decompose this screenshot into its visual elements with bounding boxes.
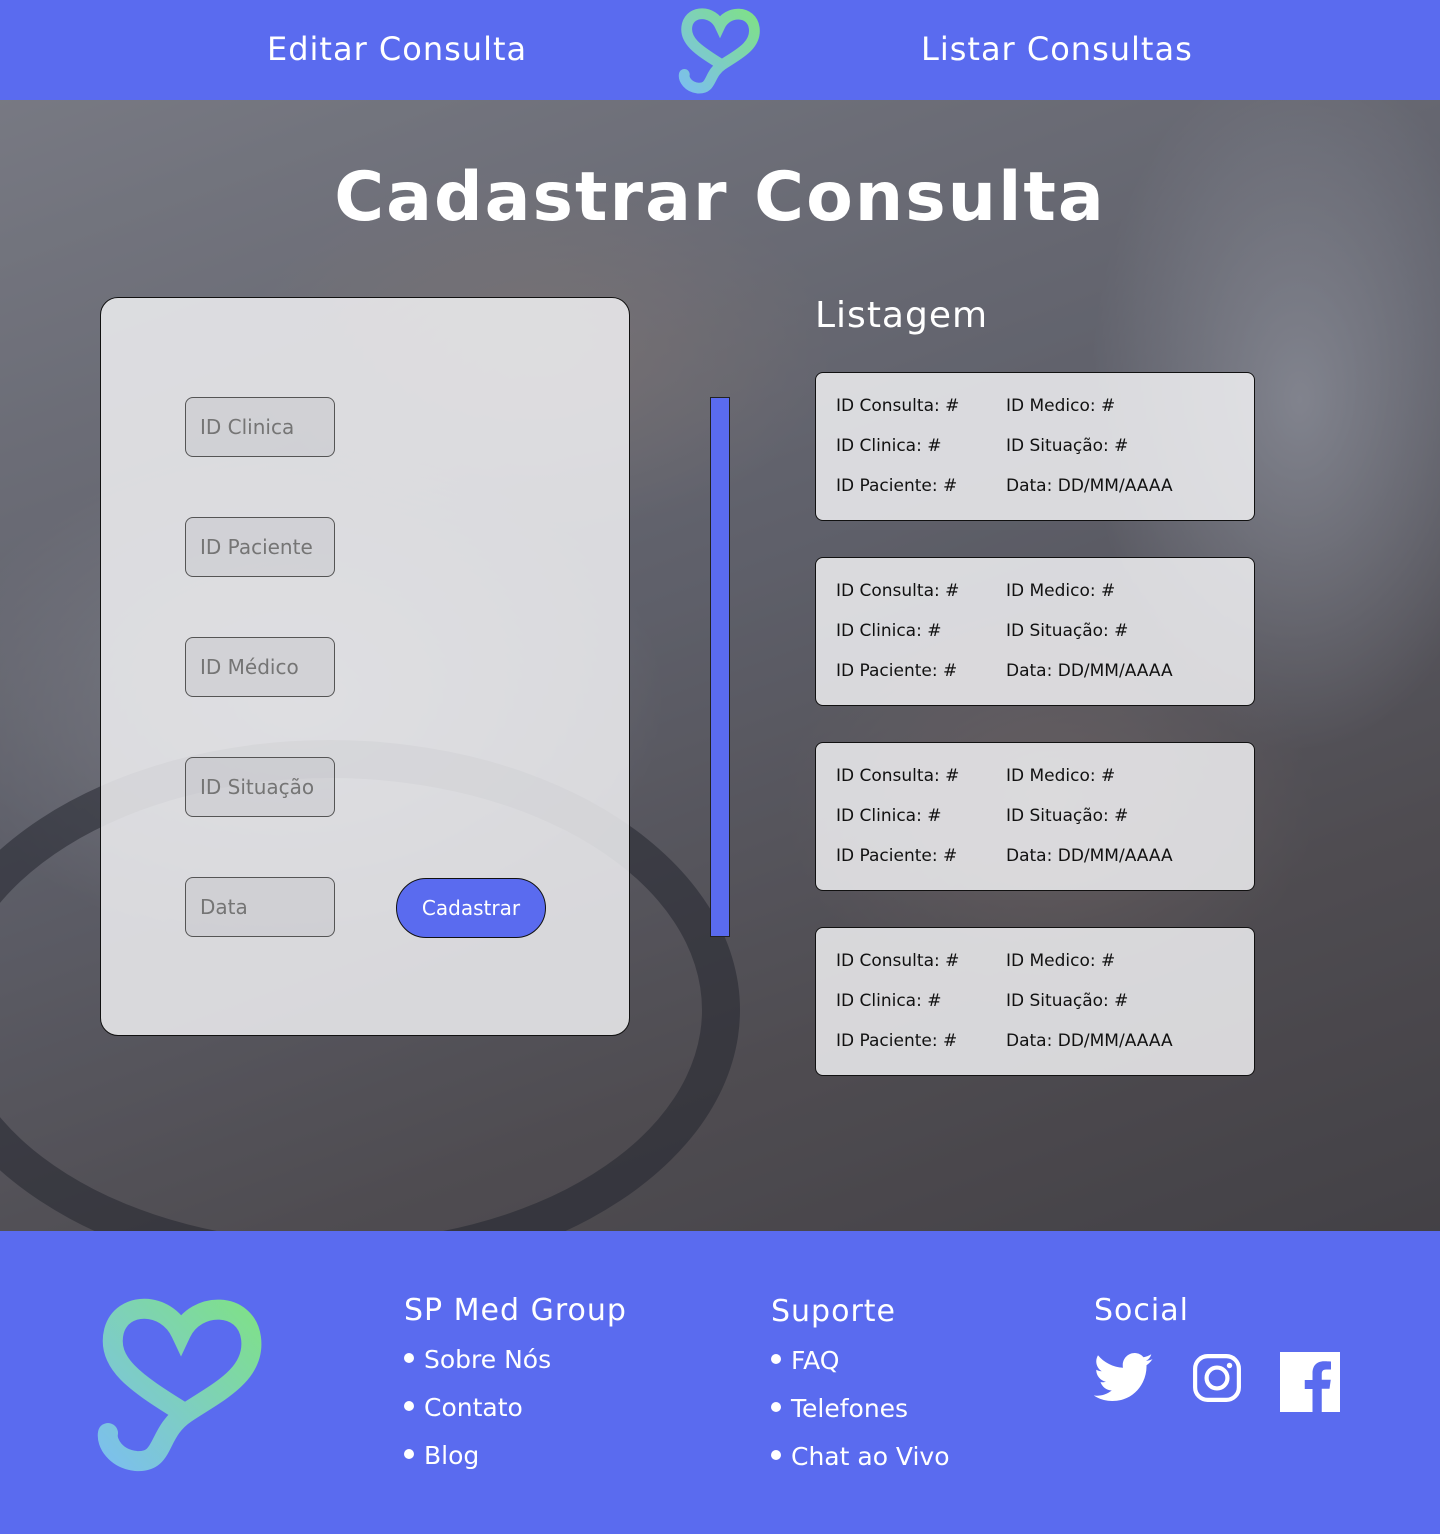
- footer-title-suporte: Suporte: [771, 1294, 897, 1329]
- card-id-paciente: ID Paciente: #: [836, 476, 958, 496]
- card-id-situacao: ID Situação: #: [1006, 621, 1129, 641]
- consulta-card[interactable]: ID Consulta: # ID Medico: # ID Clinica: …: [815, 557, 1255, 706]
- id-clinica-input[interactable]: [185, 397, 335, 457]
- card-id-situacao: ID Situação: #: [1006, 806, 1129, 826]
- card-id-medico: ID Medico: #: [1006, 396, 1116, 416]
- cadastrar-button[interactable]: Cadastrar: [396, 878, 546, 938]
- card-id-situacao: ID Situação: #: [1006, 436, 1129, 456]
- card-data: Data: DD/MM/AAAA: [1006, 476, 1173, 496]
- nav-editar-consulta[interactable]: Editar Consulta: [267, 30, 527, 68]
- card-id-paciente: ID Paciente: #: [836, 846, 958, 866]
- card-id-consulta: ID Consulta: #: [836, 951, 960, 971]
- header: Editar Consulta Listar Consultas: [0, 0, 1440, 100]
- card-id-medico: ID Medico: #: [1006, 951, 1116, 971]
- scrollbar[interactable]: [710, 397, 730, 937]
- card-id-medico: ID Medico: #: [1006, 766, 1116, 786]
- card-data: Data: DD/MM/AAAA: [1006, 661, 1173, 681]
- footer-link-faq[interactable]: FAQ: [771, 1346, 839, 1375]
- listing-title: Listagem: [815, 295, 989, 336]
- hero-section: Cadastrar Consulta Cadastrar Listagem ID…: [0, 100, 1440, 1231]
- card-id-paciente: ID Paciente: #: [836, 661, 958, 681]
- footer-link-blog[interactable]: Blog: [404, 1441, 479, 1470]
- card-id-medico: ID Medico: #: [1006, 581, 1116, 601]
- data-input[interactable]: [185, 877, 335, 937]
- footer-title-sp-med-group: SP Med Group: [404, 1293, 627, 1328]
- twitter-icon[interactable]: [1094, 1353, 1154, 1403]
- id-paciente-input[interactable]: [185, 517, 335, 577]
- card-id-paciente: ID Paciente: #: [836, 1031, 958, 1051]
- card-id-clinica: ID Clinica: #: [836, 806, 942, 826]
- nav-listar-consultas[interactable]: Listar Consultas: [921, 30, 1193, 68]
- instagram-icon[interactable]: [1192, 1353, 1242, 1403]
- logo-icon[interactable]: [678, 6, 762, 94]
- footer-link-telefones[interactable]: Telefones: [771, 1394, 908, 1423]
- footer-link-contato[interactable]: Contato: [404, 1393, 523, 1422]
- card-data: Data: DD/MM/AAAA: [1006, 1031, 1173, 1051]
- card-id-consulta: ID Consulta: #: [836, 581, 960, 601]
- card-id-clinica: ID Clinica: #: [836, 436, 942, 456]
- card-id-clinica: ID Clinica: #: [836, 991, 942, 1011]
- id-situacao-input[interactable]: [185, 757, 335, 817]
- id-medico-input[interactable]: [185, 637, 335, 697]
- footer-link-chat-ao-vivo[interactable]: Chat ao Vivo: [771, 1442, 950, 1471]
- footer: SP Med Group Sobre Nós Contato Blog Supo…: [0, 1231, 1440, 1534]
- card-data: Data: DD/MM/AAAA: [1006, 846, 1173, 866]
- card-id-clinica: ID Clinica: #: [836, 621, 942, 641]
- consulta-card[interactable]: ID Consulta: # ID Medico: # ID Clinica: …: [815, 927, 1255, 1076]
- card-id-consulta: ID Consulta: #: [836, 396, 960, 416]
- facebook-icon[interactable]: [1280, 1352, 1340, 1412]
- consulta-card[interactable]: ID Consulta: # ID Medico: # ID Clinica: …: [815, 742, 1255, 891]
- footer-link-sobre-nos[interactable]: Sobre Nós: [404, 1345, 551, 1374]
- page-title: Cadastrar Consulta: [334, 158, 1106, 237]
- logo-icon[interactable]: [96, 1293, 266, 1473]
- card-id-situacao: ID Situação: #: [1006, 991, 1129, 1011]
- consulta-card[interactable]: ID Consulta: # ID Medico: # ID Clinica: …: [815, 372, 1255, 521]
- card-id-consulta: ID Consulta: #: [836, 766, 960, 786]
- form-card: Cadastrar: [100, 297, 630, 1036]
- footer-title-social: Social: [1094, 1293, 1189, 1328]
